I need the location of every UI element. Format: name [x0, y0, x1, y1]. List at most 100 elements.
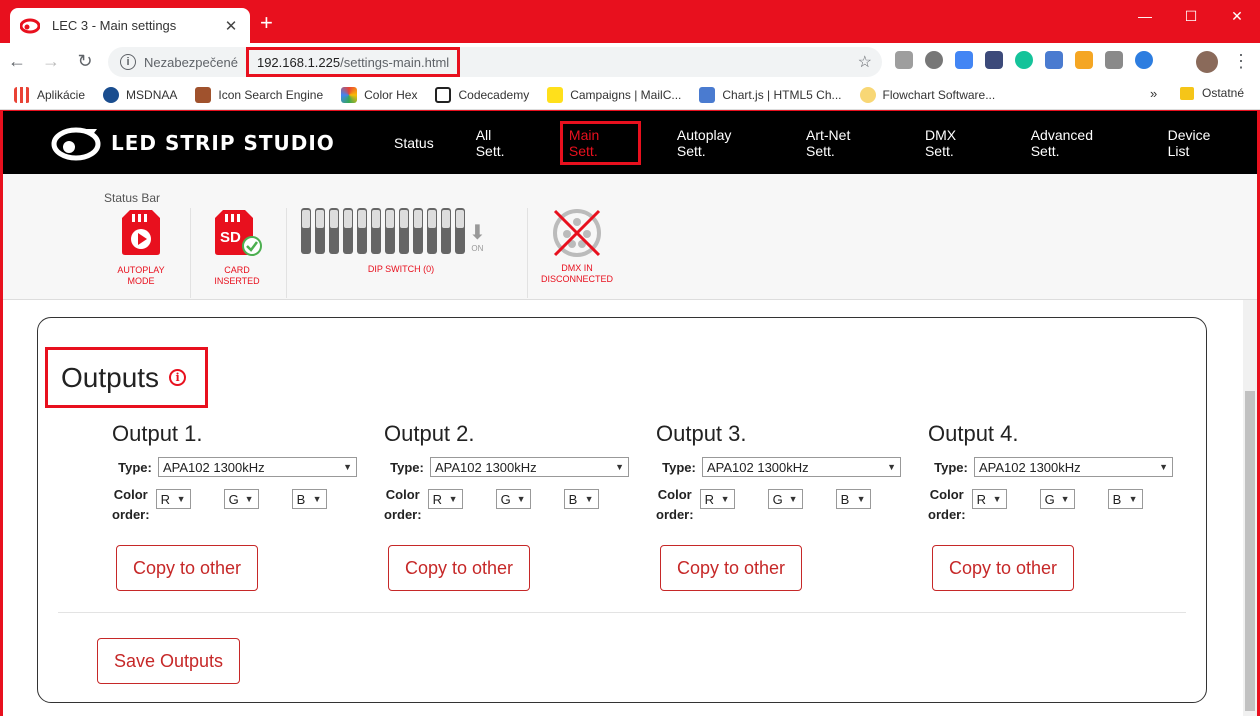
nav-artnet-settings[interactable]: Art-Net Sett. — [800, 123, 889, 163]
extension-chart-icon[interactable] — [1075, 51, 1093, 69]
led-strip-studio-logo[interactable]: LED STRIP STUDIO — [51, 125, 335, 161]
browser-menu-icon[interactable]: ⋮ — [1232, 51, 1250, 72]
bookmark-item[interactable]: MSDNAA — [103, 86, 177, 103]
output-title: Output 4. — [928, 421, 1019, 446]
color-r-select[interactable]: R ▼ — [699, 489, 735, 509]
save-outputs-button[interactable]: Save Outputs — [97, 638, 240, 684]
maximize-icon[interactable]: ☐ — [1168, 0, 1214, 32]
output-title: Output 1. — [112, 421, 203, 446]
extension-icon[interactable] — [895, 51, 913, 69]
extension-code-icon[interactable] — [1105, 51, 1123, 69]
type-select[interactable]: APA102 1300kHz ▼ — [430, 457, 629, 477]
window-close-icon[interactable]: ✕ — [1214, 0, 1260, 32]
bookmark-item[interactable]: Codecademy — [435, 86, 529, 103]
autoplay-label-1: AUTOPLAY — [117, 265, 165, 275]
color-hex-icon — [341, 86, 358, 103]
chevron-down-icon: ▼ — [584, 494, 594, 504]
dmx-label-1: DMX IN — [561, 263, 593, 273]
color-g-select[interactable]: G ▼ — [223, 489, 259, 509]
mailchimp-icon — [547, 86, 564, 103]
color-g-select[interactable]: G ▼ — [495, 489, 531, 509]
status-divider — [527, 208, 528, 298]
bookmark-item[interactable]: Color Hex — [341, 86, 417, 103]
color-r-select[interactable]: R ▼ — [971, 489, 1007, 509]
dip-switch-label: DIP SWITCH (0) — [367, 264, 435, 274]
nav-autoplay-settings[interactable]: Autoplay Sett. — [671, 123, 770, 163]
url-field[interactable]: 192.168.1.225/settings-main.html — [245, 47, 461, 77]
minimize-icon[interactable]: — — [1122, 0, 1168, 32]
bookmark-item[interactable]: Icon Search Engine — [195, 86, 323, 103]
reload-icon[interactable]: ↻ — [68, 51, 102, 72]
autoplay-sd-icon — [122, 210, 160, 255]
chevron-down-icon: ▼ — [343, 462, 352, 472]
forward-icon[interactable]: → — [34, 51, 68, 72]
site-info-icon[interactable]: i — [120, 54, 136, 70]
output-title: Output 2. — [384, 421, 475, 446]
bookmark-label: Aplikácie — [37, 87, 86, 102]
g-value: G — [772, 491, 783, 507]
address-bar[interactable]: i Nezabezpečené 192.168.1.225/settings-m… — [108, 47, 882, 77]
browser-tab[interactable]: LEC 3 - Main settings ✕ — [10, 8, 250, 43]
apps-grid-icon — [14, 86, 30, 103]
extension-r-icon[interactable] — [1135, 51, 1153, 69]
extension-cursor-icon[interactable] — [985, 51, 1003, 69]
bookmark-label: Flowchart Software... — [882, 87, 996, 102]
copy-to-other-button[interactable]: Copy to other — [388, 545, 530, 591]
type-select[interactable]: APA102 1300kHz ▼ — [158, 457, 357, 477]
dmx-label-2: DISCONNECTED — [540, 274, 613, 284]
extension-gear-icon[interactable] — [925, 51, 943, 69]
bookmarks-more-icon[interactable]: » — [1150, 86, 1157, 101]
nav-main-settings[interactable]: Main Sett. — [559, 120, 641, 165]
color-b-select[interactable]: B ▼ — [1107, 489, 1143, 509]
divider — [58, 612, 1186, 613]
back-icon[interactable]: ← — [0, 51, 34, 72]
nav-status[interactable]: Status — [388, 131, 440, 155]
chevron-down-icon: ▼ — [887, 462, 896, 472]
extension-grammarly-icon[interactable] — [1015, 51, 1033, 69]
color-g-select[interactable]: G ▼ — [767, 489, 803, 509]
color-b-select[interactable]: B ▼ — [835, 489, 871, 509]
b-value: B — [840, 491, 850, 507]
other-bookmarks[interactable]: Ostatné — [1180, 86, 1244, 100]
type-select[interactable]: APA102 1300kHz ▼ — [974, 457, 1173, 477]
color-g-select[interactable]: G ▼ — [1039, 489, 1075, 509]
color-r-select[interactable]: R ▼ — [155, 489, 191, 509]
copy-to-other-button[interactable]: Copy to other — [116, 545, 258, 591]
color-r-select[interactable]: R ▼ — [427, 489, 463, 509]
scrollbar-thumb[interactable] — [1245, 391, 1255, 711]
nav-dmx-settings[interactable]: DMX Sett. — [919, 123, 995, 163]
nav-advanced-settings[interactable]: Advanced Sett. — [1025, 123, 1132, 163]
type-value: APA102 1300kHz — [163, 459, 265, 475]
order-label: order: — [112, 507, 150, 522]
bookmark-item[interactable]: Chart.js | HTML5 Ch... — [699, 86, 842, 103]
page-scrollbar[interactable] — [1243, 300, 1257, 716]
security-status: Nezabezpečené — [144, 54, 238, 70]
type-select[interactable]: APA102 1300kHz ▼ — [702, 457, 901, 477]
bookmark-item[interactable]: Campaigns | MailC... — [547, 86, 681, 103]
icon-search-icon — [195, 86, 212, 103]
bookmark-item[interactable]: Flowchart Software... — [859, 86, 996, 103]
copy-to-other-button[interactable]: Copy to other — [660, 545, 802, 591]
copy-to-other-button[interactable]: Copy to other — [932, 545, 1074, 591]
info-icon[interactable]: i — [169, 369, 187, 386]
nav-all-settings[interactable]: All Sett. — [470, 123, 530, 163]
bookmark-item[interactable]: Aplikácie — [14, 86, 86, 103]
extension-translate-icon[interactable] — [955, 51, 973, 69]
bookmark-star-icon[interactable]: ☆ — [858, 52, 872, 72]
status-bar: Status Bar AUTOPLAY MODE SD CARD INSERTE… — [3, 174, 1257, 300]
order-label: order: — [656, 507, 694, 522]
bookmarks-bar: Aplikácie MSDNAA Icon Search Engine Colo… — [0, 80, 1260, 110]
sd-card-check-icon: SD — [215, 210, 262, 256]
nav-device-list[interactable]: Device List — [1162, 123, 1242, 163]
new-tab-icon[interactable]: + — [260, 12, 273, 34]
b-value: B — [1112, 491, 1122, 507]
folder-icon — [1180, 86, 1194, 100]
r-value: R — [432, 491, 442, 507]
color-b-select[interactable]: B ▼ — [563, 489, 599, 509]
type-label: Type: — [662, 459, 696, 475]
extension-bookmark-icon[interactable] — [1045, 51, 1063, 69]
profile-avatar[interactable] — [1196, 51, 1218, 73]
dip-switch-icon — [301, 208, 465, 254]
color-b-select[interactable]: B ▼ — [291, 489, 327, 509]
close-tab-icon[interactable]: ✕ — [222, 17, 240, 35]
